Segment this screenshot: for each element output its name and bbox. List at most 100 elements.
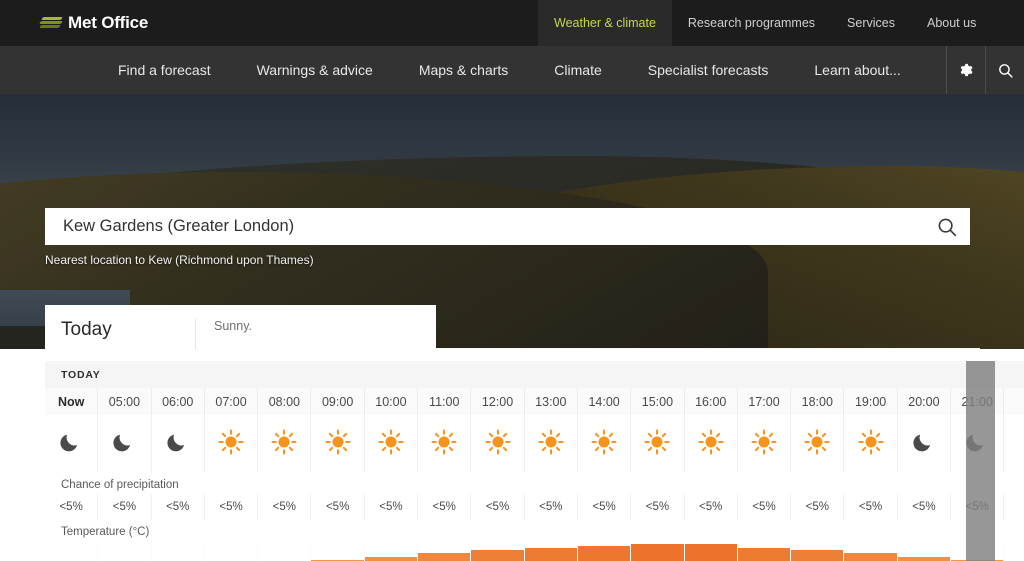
hourly-precipitation-cell: <5% [844, 494, 898, 520]
hourly-precipitation-cell: <5% [152, 494, 205, 520]
daily-forecast-day[interactable]: Tue 15 Sep 31° 15° [435, 348, 526, 349]
hourly-time-cell: 10:00 [365, 388, 419, 415]
moon-icon [111, 429, 137, 460]
hourly-precipitation-cell: <5% [685, 494, 738, 520]
sun-icon [378, 428, 404, 460]
temperature-bar-cell [418, 541, 472, 561]
moon-icon [58, 429, 84, 460]
nearest-location-note: Nearest location to Kew (Richmond upon T… [45, 253, 314, 267]
search-button[interactable] [985, 46, 1024, 94]
hourly-icon-cell [311, 415, 365, 473]
sun-icon [431, 428, 457, 460]
hourly-precipitation-cell: <5% [578, 494, 632, 520]
hourly-time-cell: 11:00 [418, 388, 472, 415]
hourly-precipitation-cell: <5% [738, 494, 792, 520]
main-nav-item-maps-charts[interactable]: Maps & charts [396, 46, 531, 94]
hourly-precipitation-cell: <5% [631, 494, 685, 520]
today-temps: 31° 15° [61, 348, 195, 349]
sun-icon [591, 428, 617, 460]
sun-icon [325, 428, 351, 460]
daily-forecast-day[interactable]: Sat 19 Sep 24° 12° [799, 348, 890, 349]
daily-forecast-day[interactable]: Sun 20 Sep 24° 11° [890, 348, 980, 349]
hourly-time-cell: 07:00 [205, 388, 259, 415]
top-nav-item-research-programmes[interactable]: Research programmes [672, 0, 831, 46]
hourly-time-cell: Now [45, 388, 99, 415]
hourly-icon-cell [791, 415, 845, 473]
temperature-bar-cell [897, 541, 952, 561]
hourly-precipitation-cell: <5% [951, 494, 1005, 520]
hourly-time-cell: 18:00 [791, 388, 845, 415]
top-nav-item-about-us[interactable]: About us [911, 0, 992, 46]
location-search: Nearest location to Kew (Richmond upon T… [45, 208, 970, 267]
hourly-precipitation-cell: <5% [418, 494, 472, 520]
hourly-precipitation-cell: <5% [898, 494, 952, 520]
temperature-bar [524, 548, 577, 561]
hourly-icon-cell [578, 415, 632, 473]
temperature-bar [471, 550, 524, 561]
search-submit-icon[interactable] [936, 216, 958, 238]
sun-icon [858, 428, 884, 460]
daily-forecast-day[interactable]: Fri 18 Sep 25° 12° [708, 348, 799, 349]
sun-icon [271, 428, 297, 460]
hourly-icon-cell [631, 415, 685, 473]
temperature-bar-cell [258, 541, 312, 561]
main-nav-items: Find a forecast Warnings & advice Maps &… [95, 46, 924, 94]
temperature-bar [631, 544, 684, 561]
hourly-time-cell: 12:00 [471, 388, 525, 415]
top-nav-item-services[interactable]: Services [831, 0, 911, 46]
main-nav-item-learn-about[interactable]: Learn about... [791, 46, 923, 94]
hourly-icon-cell [898, 415, 952, 473]
today-temperature-block: Today 31° 15° [61, 319, 196, 349]
hourly-precipitation-cell: <5% [45, 494, 99, 520]
temperature-label: Temperature (°C) [61, 526, 150, 538]
temperature-bar [844, 553, 897, 561]
met-office-swoosh-icon [39, 16, 63, 31]
sun-icon [644, 428, 670, 460]
hourly-icon-cell [844, 415, 898, 473]
sun-icon [538, 428, 564, 460]
top-nav: Weather & climate Research programmes Se… [538, 0, 992, 46]
daily-forecast-day[interactable]: Wed 16 Sep 26° 12° [526, 348, 617, 349]
temperature-bar-cell [152, 541, 205, 561]
temperature-bar-cell [471, 541, 525, 561]
main-nav-item-climate[interactable]: Climate [531, 46, 624, 94]
hourly-precipitation-cell: <5% [525, 494, 578, 520]
gear-icon [958, 62, 974, 78]
hourly-precipitation-cell: <5% [791, 494, 845, 520]
temperature-bar [418, 553, 471, 561]
search-input[interactable] [63, 217, 936, 236]
top-nav-item-weather-climate[interactable]: Weather & climate [538, 0, 672, 46]
hourly-icon-cell [45, 415, 99, 473]
hourly-icon-cell [685, 415, 738, 473]
hourly-icon-cell [258, 415, 312, 473]
main-nav-item-specialist-forecasts[interactable]: Specialist forecasts [625, 46, 792, 94]
hourly-icon-cell [418, 415, 472, 473]
temperature-bar-cell [844, 541, 898, 561]
today-summary-card: Today 31° 15° Sunny. [45, 305, 436, 349]
today-top: Today 31° 15° Sunny. [61, 319, 420, 349]
hourly-precipitation-cell: <5% [98, 494, 152, 520]
temperature-bar-cell [951, 541, 1005, 561]
sun-icon [218, 428, 244, 460]
brand-logo[interactable]: Met Office [39, 13, 149, 33]
brand-name: Met Office [68, 13, 149, 32]
sun-icon [804, 428, 830, 460]
settings-button[interactable] [946, 46, 985, 94]
sun-icon [698, 428, 724, 460]
nav-tools [946, 46, 1024, 94]
hourly-icon-cell [98, 415, 152, 473]
hourly-icon-cell [205, 415, 259, 473]
sun-icon [751, 428, 777, 460]
main-nav-item-warnings-advice[interactable]: Warnings & advice [234, 46, 396, 94]
hourly-icon-cell [152, 415, 205, 473]
hourly-day-label: TODAY [61, 368, 101, 381]
temperature-bar [364, 557, 418, 561]
main-nav-item-find-a-forecast[interactable]: Find a forecast [95, 46, 234, 94]
search-box[interactable] [45, 208, 970, 245]
hourly-precipitation-row: <5% <5% <5% <5% <5% <5% <5% <5% <5% <5% <5% <5% <5% <… [45, 494, 1024, 520]
temperature-bar-cell [98, 541, 152, 561]
hourly-precipitation-cell: <5% [205, 494, 259, 520]
daily-forecast-day[interactable]: Thu 17 Sep 24° 12° [617, 348, 708, 349]
hourly-time-cell: 13:00 [525, 388, 578, 415]
sun-icon [485, 428, 511, 460]
